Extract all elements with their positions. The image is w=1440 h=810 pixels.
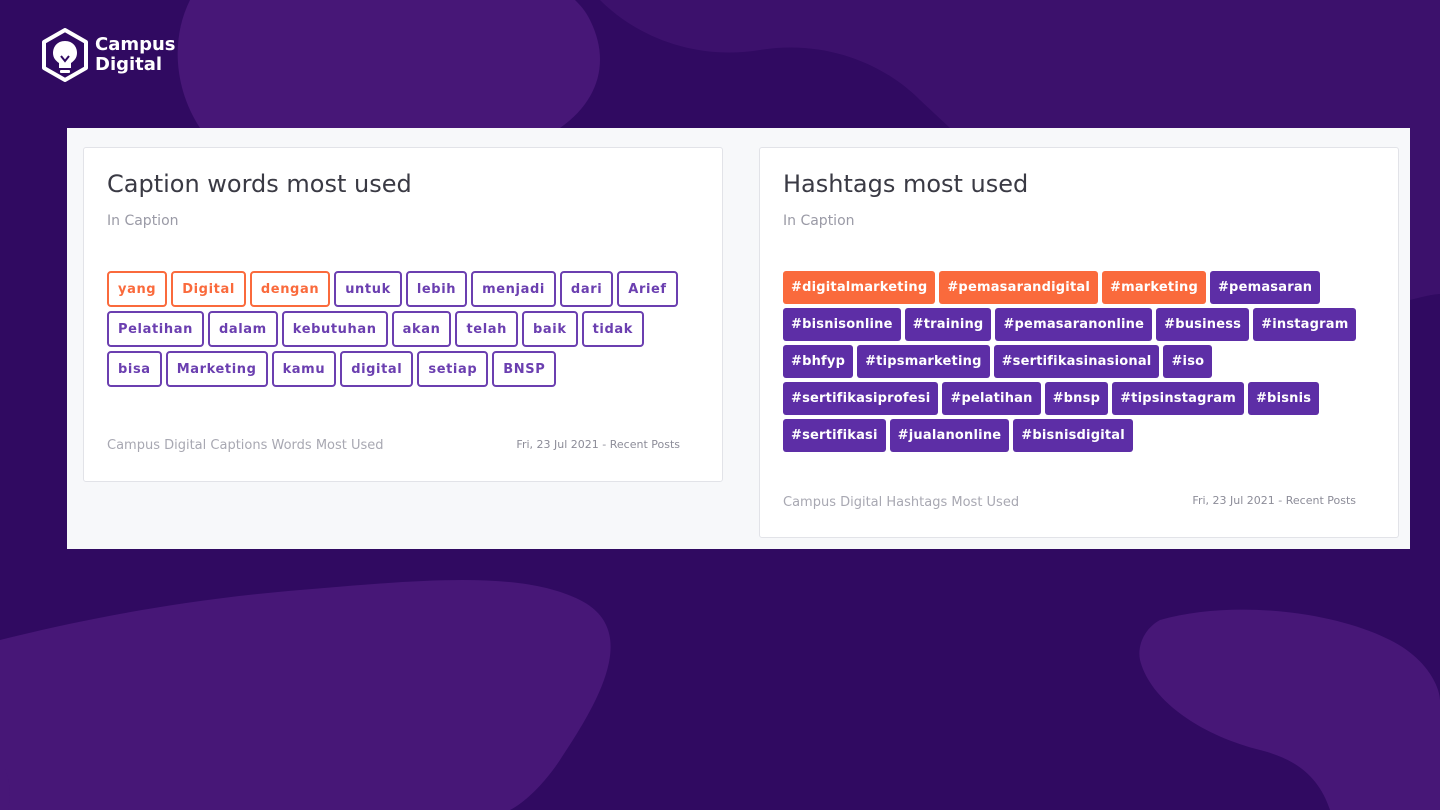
caption-word-tag[interactable]: kebutuhan xyxy=(281,311,388,347)
hashtag-tag[interactable]: #pemasarandigital xyxy=(939,271,1098,304)
hashtag-tag[interactable]: #bisnisonline xyxy=(783,308,901,341)
caption-word-tag[interactable]: akan xyxy=(391,311,452,347)
caption-word-tag[interactable]: dari xyxy=(559,271,614,307)
caption-word-tag[interactable]: BNSP xyxy=(492,351,557,387)
hashtag-tag[interactable]: #sertifikasiprofesi xyxy=(783,382,939,415)
hashtag-tag[interactable]: #digitalmarketing xyxy=(783,271,936,304)
hashtag-card-subtitle: In Caption xyxy=(783,213,855,229)
hashtag-tags: #digitalmarketing #pemasarandigital #marke… xyxy=(783,271,1373,456)
caption-card-title: Caption words most used xyxy=(107,170,412,198)
caption-words-card: Caption words most used In Caption yang D… xyxy=(83,147,723,482)
caption-word-tag[interactable]: menjadi xyxy=(471,271,556,307)
caption-word-tag[interactable]: kamu xyxy=(271,351,337,387)
hashtag-tag[interactable]: #business xyxy=(1156,308,1250,341)
hashtag-tag[interactable]: #bhfyp xyxy=(783,345,854,378)
hashtag-tag[interactable]: #tipsinstagram xyxy=(1112,382,1244,415)
caption-word-tag[interactable]: baik xyxy=(522,311,578,347)
caption-word-tag[interactable]: Digital xyxy=(171,271,246,307)
hashtag-tag[interactable]: #bnsp xyxy=(1044,382,1109,415)
caption-word-tag[interactable]: Pelatihan xyxy=(107,311,204,347)
hashtag-tag[interactable]: #pemasaranonline xyxy=(995,308,1153,341)
caption-card-footer-date: Fri, 23 Jul 2021 - Recent Posts xyxy=(516,438,680,451)
content-panel: Caption words most used In Caption yang D… xyxy=(67,128,1410,549)
hashtag-card-footer-label: Campus Digital Hashtags Most Used xyxy=(783,495,1020,510)
hashtag-card-title: Hashtags most used xyxy=(783,170,1029,198)
caption-word-tag[interactable]: tidak xyxy=(581,311,644,347)
hashtag-tag[interactable]: #training xyxy=(904,308,992,341)
hashtags-card: Hashtags most used In Caption #digitalma… xyxy=(759,147,1399,538)
caption-card-subtitle: In Caption xyxy=(107,213,179,229)
hashtag-tag[interactable]: #bisnis xyxy=(1247,382,1320,415)
caption-word-tag[interactable]: Arief xyxy=(617,271,678,307)
hashtag-tag[interactable]: #instagram xyxy=(1253,308,1357,341)
caption-word-tag[interactable]: lebih xyxy=(405,271,468,307)
brand-logo[interactable]: Campus Digital xyxy=(41,28,176,82)
hashtag-tag[interactable]: #pemasaran xyxy=(1209,271,1321,304)
lightbulb-hexagon-icon xyxy=(42,28,88,82)
caption-word-tag[interactable]: digital xyxy=(340,351,414,387)
caption-word-tag[interactable]: dalam xyxy=(207,311,278,347)
caption-card-footer-label: Campus Digital Captions Words Most Used xyxy=(107,438,384,453)
hashtag-tag[interactable]: #bisnisdigital xyxy=(1013,419,1133,452)
caption-word-tag[interactable]: Marketing xyxy=(165,351,268,387)
caption-word-tag[interactable]: dengan xyxy=(249,271,331,307)
hashtag-tag[interactable]: #iso xyxy=(1163,345,1213,378)
hashtag-card-footer-date: Fri, 23 Jul 2021 - Recent Posts xyxy=(1192,494,1356,507)
caption-word-tag[interactable]: setiap xyxy=(417,351,489,387)
brand-name-line-2: Digital xyxy=(95,54,163,75)
caption-word-tag[interactable]: yang xyxy=(107,271,168,307)
hashtag-tag[interactable]: #pelatihan xyxy=(942,382,1041,415)
hashtag-tag[interactable]: #jualanonline xyxy=(889,419,1010,452)
hashtag-tag[interactable]: #sertifikasi xyxy=(783,419,886,452)
caption-word-tags: yang Digital dengan untuk lebih menjadi dari Ar… xyxy=(107,271,687,391)
hashtag-tag[interactable]: #tipsmarketing xyxy=(857,345,990,378)
brand-name-line-1: Campus xyxy=(95,34,176,55)
brand-name: Campus Digital xyxy=(95,35,176,75)
hashtag-tag[interactable]: #sertifikasinasional xyxy=(993,345,1160,378)
caption-word-tag[interactable]: bisa xyxy=(107,351,162,387)
hashtag-tag[interactable]: #marketing xyxy=(1102,271,1206,304)
caption-word-tag[interactable]: untuk xyxy=(334,271,402,307)
caption-word-tag[interactable]: telah xyxy=(455,311,518,347)
